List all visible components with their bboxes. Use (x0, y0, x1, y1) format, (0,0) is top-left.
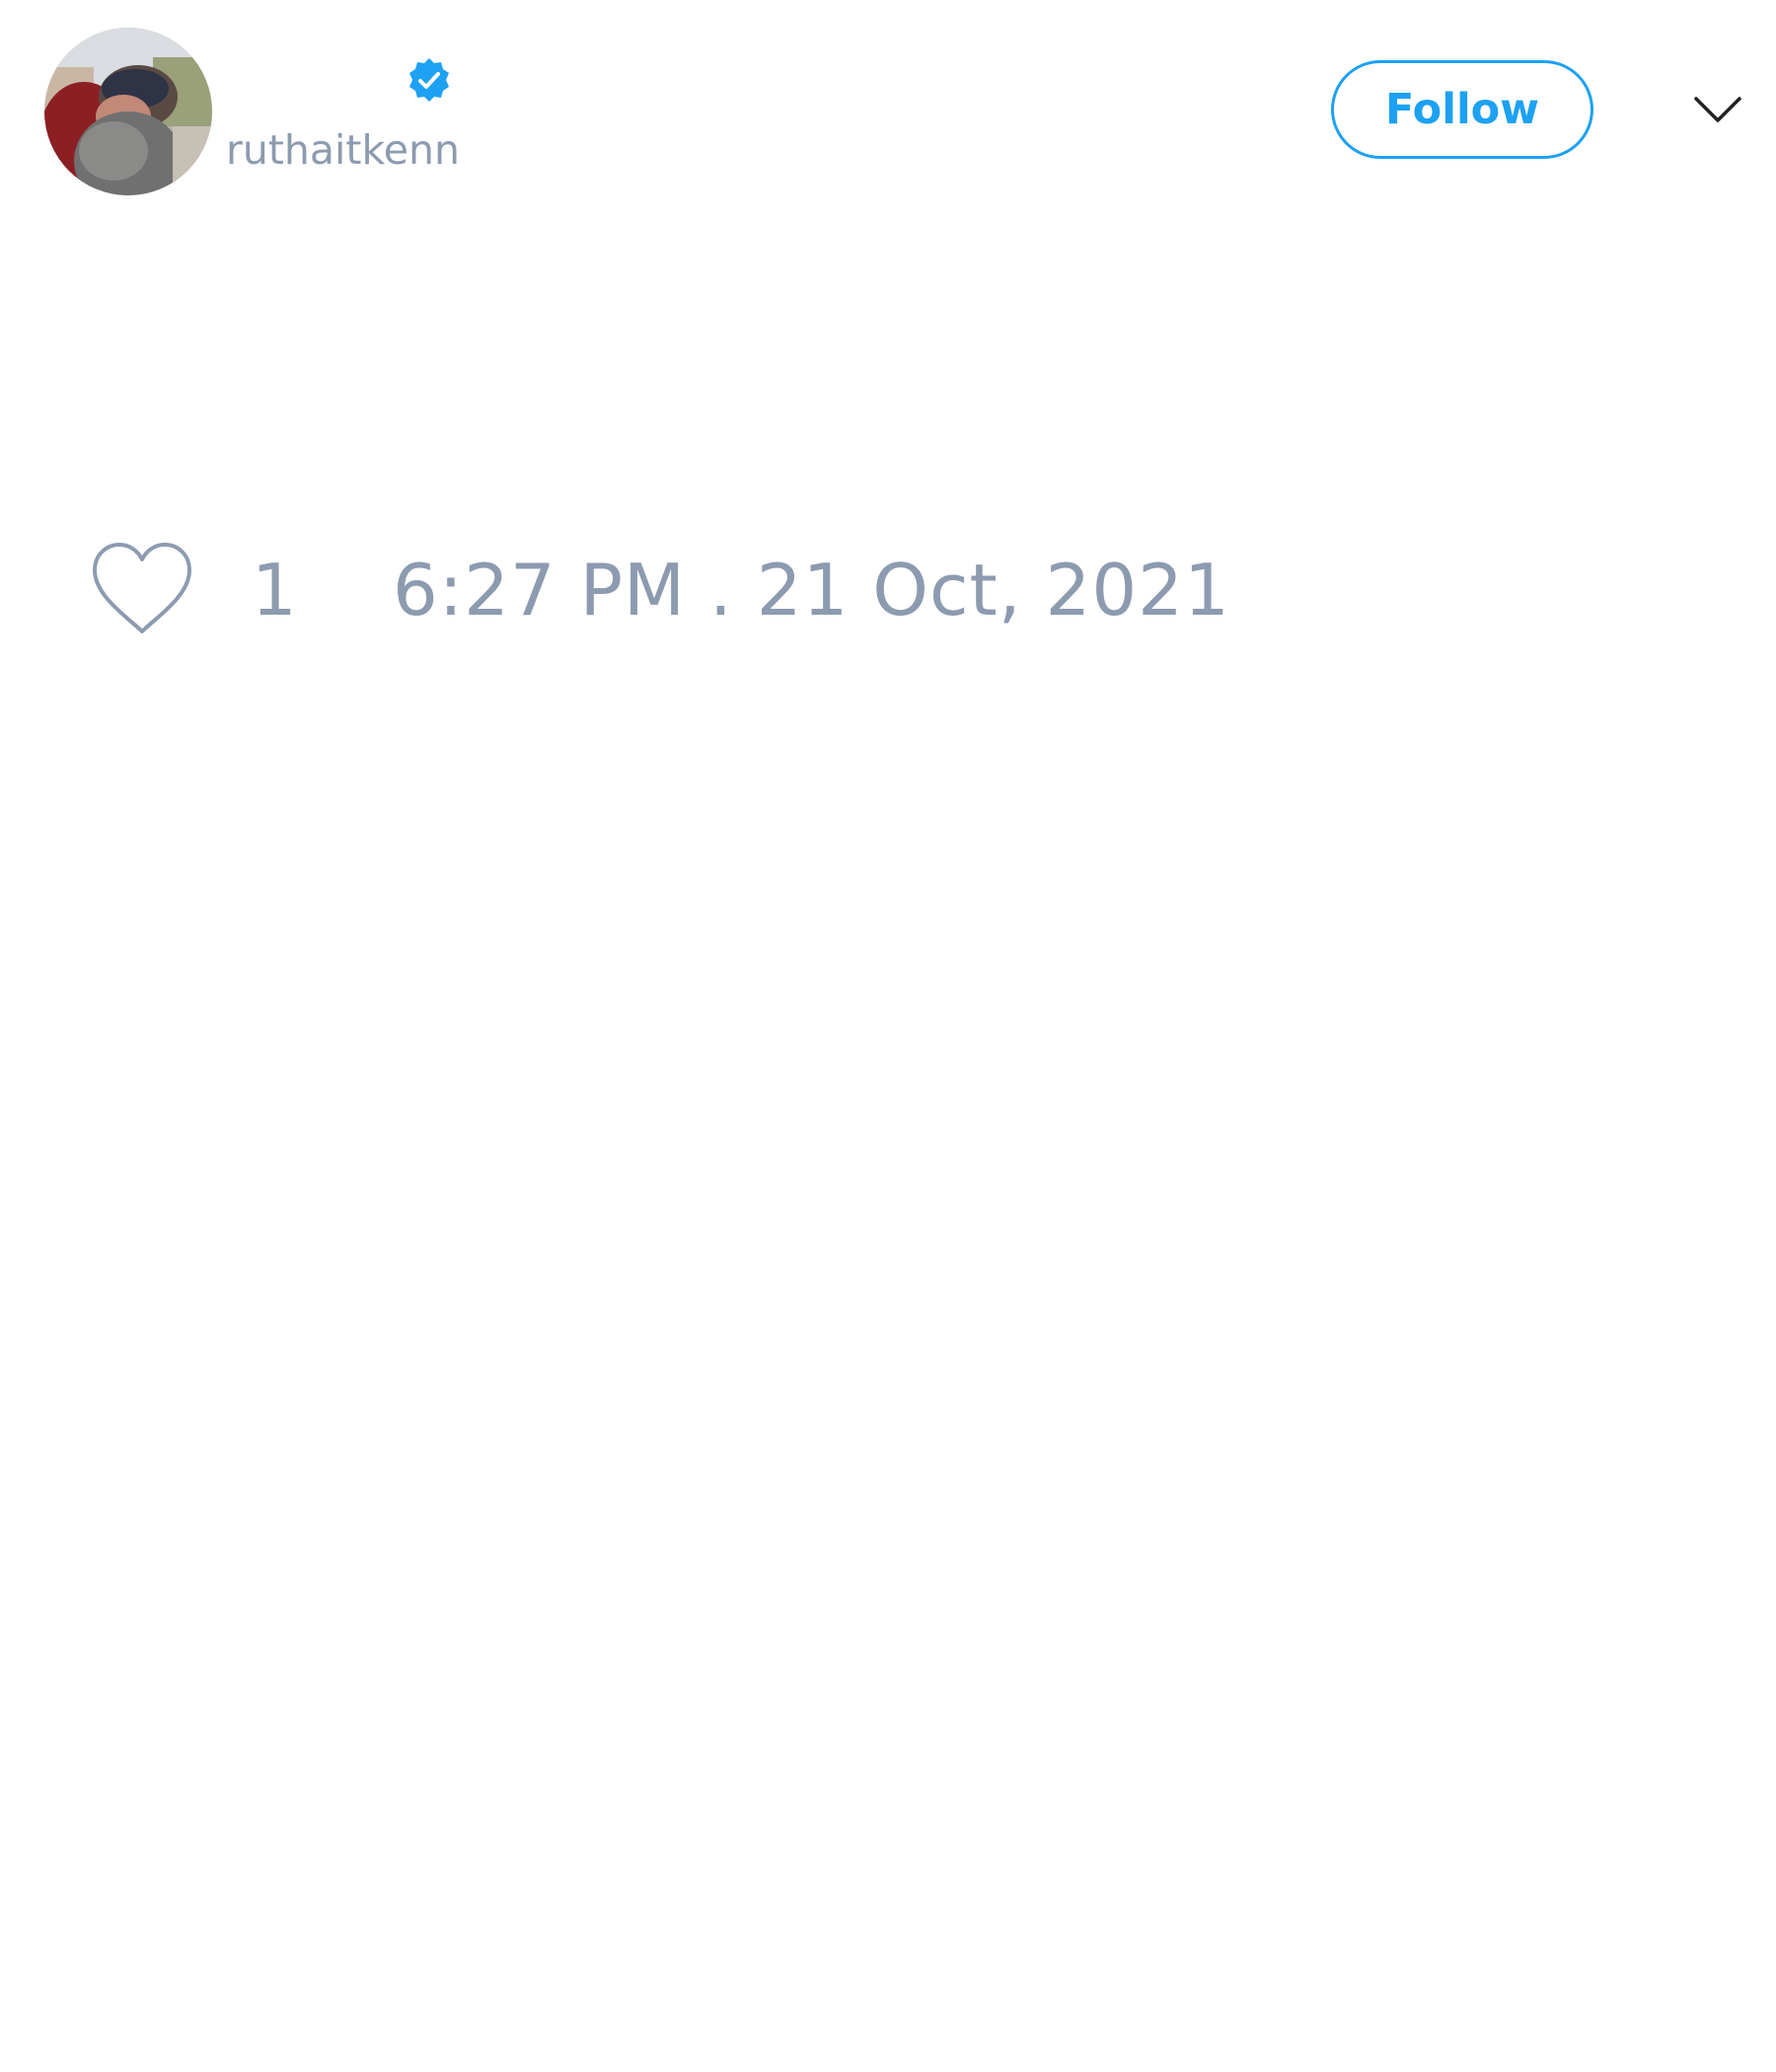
avatar[interactable] (44, 28, 212, 195)
verified-badge-icon (406, 56, 453, 104)
avatar-image (44, 28, 212, 195)
user-handle[interactable]: ruthaitkenn (226, 124, 460, 176)
tweet-timestamp[interactable]: 6:27 PM . 21 Oct, 2021 (393, 549, 1230, 631)
like-count: 1 (252, 549, 297, 631)
chevron-down-icon[interactable] (1693, 91, 1742, 130)
heart-icon[interactable] (89, 541, 195, 635)
follow-button[interactable]: Follow (1331, 60, 1593, 159)
